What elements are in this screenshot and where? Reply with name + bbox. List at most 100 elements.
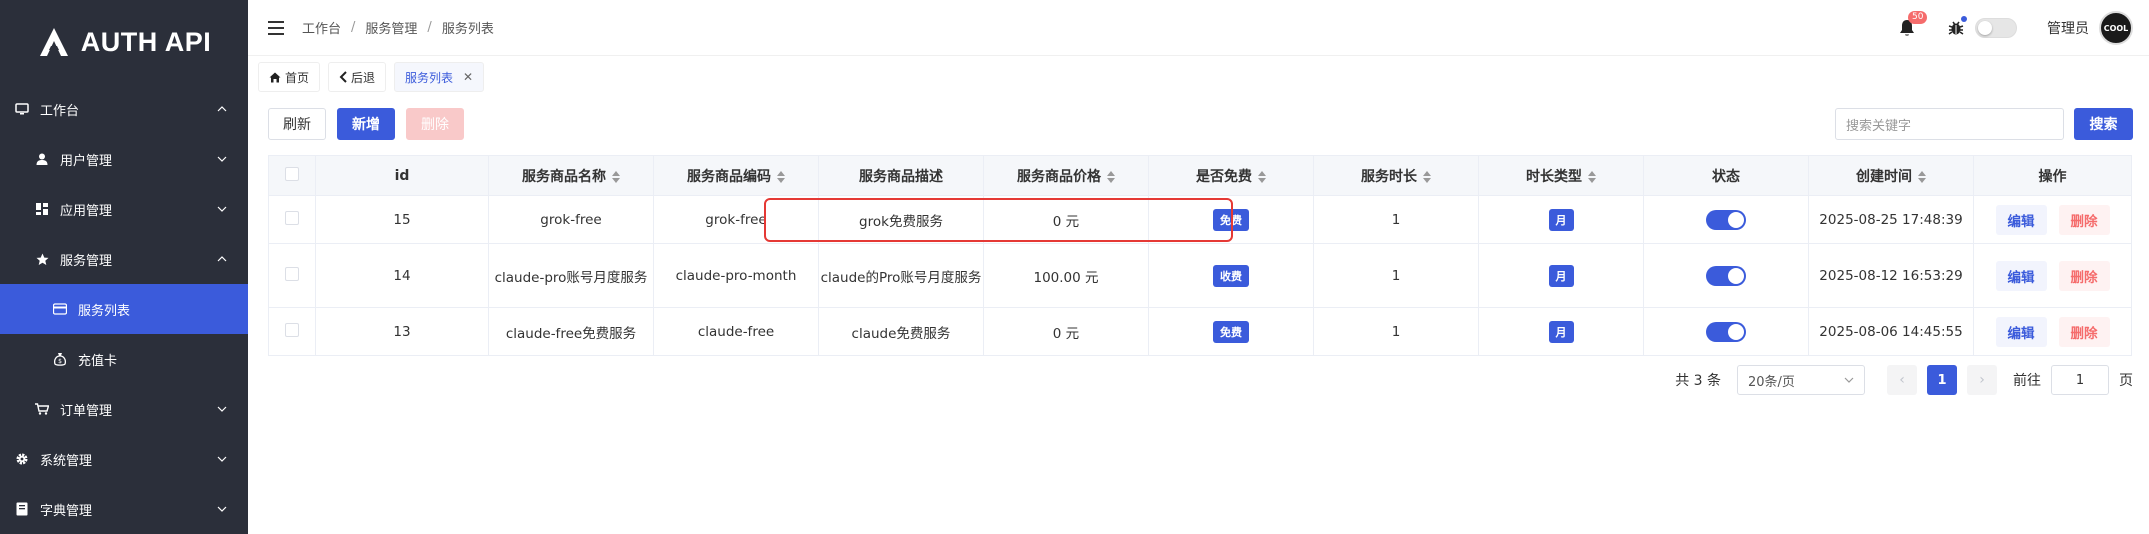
row-checkbox[interactable]	[285, 210, 299, 225]
goto-page-input[interactable]: 1	[2051, 365, 2109, 395]
search-button[interactable]: 搜索	[2074, 108, 2133, 140]
sidebar-item-service-list[interactable]: 服务列表	[0, 284, 248, 334]
breadcrumb-separator: /	[351, 20, 356, 35]
sidebar-item-label: 系统管理	[40, 453, 93, 469]
moneybag-icon: $	[52, 351, 68, 367]
column-header[interactable]: 是否免费	[1148, 155, 1314, 196]
cell-name: grok-free	[488, 195, 654, 244]
sort-icon[interactable]	[1423, 170, 1431, 183]
delete-row-button[interactable]: 删除	[2058, 260, 2110, 291]
cell-id: 14	[315, 243, 489, 308]
home-icon	[269, 72, 281, 82]
avatar[interactable]: COOL	[2099, 11, 2133, 45]
duration-type-tag: 月	[1548, 264, 1574, 287]
brand-logo[interactable]: AUTH API	[0, 0, 248, 84]
sort-icon[interactable]	[777, 170, 785, 183]
apps-icon	[34, 201, 50, 217]
sidebar-item-users[interactable]: 用户管理	[0, 134, 248, 184]
sidebar-item-services[interactable]: 服务管理	[0, 234, 248, 284]
sort-icon[interactable]	[612, 170, 620, 183]
sidebar-item-workbench[interactable]: 工作台	[0, 84, 248, 134]
sort-icon[interactable]	[1588, 170, 1596, 183]
free-tag: 免费	[1213, 208, 1249, 231]
row-checkbox[interactable]	[285, 322, 299, 337]
status-switch[interactable]	[1706, 265, 1746, 286]
tab-label: 后退	[351, 70, 376, 85]
tab-back[interactable]: 后退	[328, 62, 387, 92]
cell-created: 2025-08-06 14:45:55	[1808, 307, 1974, 356]
cell-created: 2025-08-25 17:48:39	[1808, 195, 1974, 244]
delete-row-button[interactable]: 删除	[2058, 316, 2110, 347]
table-header-row: id 服务商品名称 服务商品编码 服务商品描述 服务商品价格 是否免费 服务时长…	[268, 155, 2132, 196]
column-header: id	[315, 155, 489, 196]
table-row: 15 grok-free grok-free grok免费服务 0 元 免费 1…	[268, 195, 2132, 244]
free-tag: 收费	[1213, 264, 1249, 287]
notification-count-badge: 50	[1908, 11, 1928, 24]
tab-home[interactable]: 首页	[258, 62, 321, 92]
page-number[interactable]: 1	[1927, 365, 1957, 395]
column-header[interactable]: 服务商品编码	[653, 155, 819, 196]
cell-duration: 1	[1313, 307, 1479, 356]
page-size-select[interactable]: 20条/页	[1737, 365, 1865, 395]
star-icon	[34, 251, 50, 267]
column-header[interactable]: 服务商品价格	[983, 155, 1149, 196]
sidebar-item-label: 应用管理	[60, 203, 113, 219]
breadcrumb-item[interactable]: 工作台	[302, 18, 341, 37]
next-page-button[interactable]: ›	[1967, 365, 1997, 395]
prev-page-button[interactable]: ‹	[1887, 365, 1917, 395]
sidebar-item-recharge-card[interactable]: $ 充值卡	[0, 334, 248, 384]
sort-icon[interactable]	[1918, 170, 1926, 183]
table-row: 14 claude-pro账号月度服务 claude-pro-month cla…	[268, 243, 2132, 308]
delete-row-button[interactable]: 删除	[2058, 204, 2110, 235]
card-icon	[52, 301, 68, 317]
cell-desc: grok免费服务	[818, 195, 984, 244]
notification-bell-icon[interactable]: 50	[1899, 11, 1928, 37]
service-table: id 服务商品名称 服务商品编码 服务商品描述 服务商品价格 是否免费 服务时长…	[268, 155, 2132, 356]
tab-service-list[interactable]: 服务列表 ✕	[394, 62, 485, 92]
breadcrumb-item[interactable]: 服务管理	[365, 18, 417, 37]
breadcrumb: 工作台 / 服务管理 / 服务列表	[302, 18, 494, 37]
cell-duration: 1	[1313, 243, 1479, 308]
sidebar-item-system[interactable]: 系统管理	[0, 434, 248, 484]
bug-report-icon[interactable]	[1947, 16, 1967, 37]
tab-bar: 首页 后退 服务列表 ✕	[248, 56, 2149, 98]
column-header[interactable]: 服务时长	[1313, 155, 1479, 196]
menu-toggle-icon[interactable]	[268, 20, 284, 35]
sidebar-item-orders[interactable]: 订单管理	[0, 384, 248, 434]
monitor-icon	[14, 101, 30, 117]
sidebar-item-label: 充值卡	[78, 353, 118, 369]
status-switch[interactable]	[1706, 209, 1746, 230]
user-icon	[34, 151, 50, 167]
delete-button[interactable]: 删除	[406, 108, 464, 140]
close-icon[interactable]: ✕	[463, 70, 473, 84]
svg-text:$: $	[58, 358, 62, 365]
cell-price: 0 元	[983, 307, 1149, 356]
sort-icon[interactable]	[1107, 170, 1115, 183]
edit-button[interactable]: 编辑	[1995, 316, 2047, 347]
row-checkbox[interactable]	[285, 266, 299, 281]
username[interactable]: 管理员	[2047, 18, 2089, 38]
brand-mark-icon	[39, 28, 68, 56]
free-tag: 免费	[1213, 320, 1249, 343]
table-row: 13 claude-free免费服务 claude-free claude免费服…	[268, 307, 2132, 356]
top-bar: 工作台 / 服务管理 / 服务列表 50 管理员 COOL	[248, 0, 2149, 56]
sidebar-item-apps[interactable]: 应用管理	[0, 184, 248, 234]
page-size-value: 20条/页	[1748, 374, 1795, 390]
cell-code: claude-pro-month	[653, 243, 819, 308]
status-switch[interactable]	[1706, 321, 1746, 342]
select-all-checkbox[interactable]	[285, 166, 299, 181]
theme-toggle[interactable]	[1975, 18, 2017, 38]
column-header[interactable]: 时长类型	[1478, 155, 1644, 196]
edit-button[interactable]: 编辑	[1995, 260, 2047, 291]
column-header[interactable]: 创建时间	[1808, 155, 1974, 196]
edit-button[interactable]: 编辑	[1995, 204, 2047, 235]
sort-icon[interactable]	[1258, 170, 1266, 183]
chevron-down-icon	[216, 203, 228, 215]
cell-desc: claude的Pro账号月度服务	[818, 243, 984, 308]
sidebar-item-dictionary[interactable]: 字典管理	[0, 484, 248, 534]
refresh-button[interactable]: 刷新	[268, 108, 326, 140]
add-button[interactable]: 新增	[337, 108, 395, 140]
search-input[interactable]: 搜索关键字	[1835, 108, 2064, 140]
main-content: 工作台 / 服务管理 / 服务列表 50 管理员 COOL 首页 后退 服务列表…	[248, 0, 2149, 534]
column-header[interactable]: 服务商品名称	[488, 155, 654, 196]
